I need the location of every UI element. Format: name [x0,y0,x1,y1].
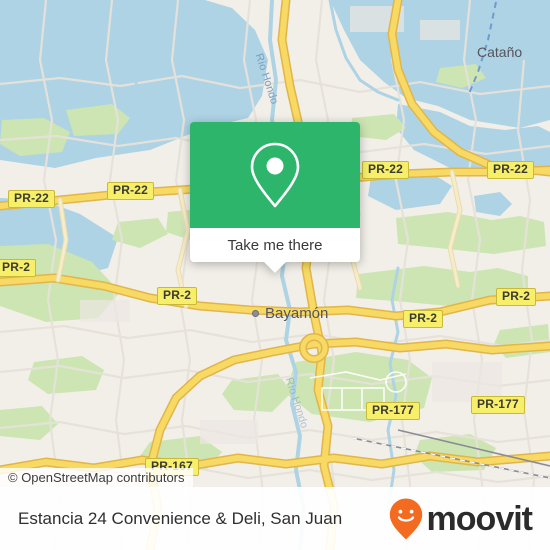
map-pin-icon [250,142,300,208]
highway-shield-pr22-east[interactable]: PR-22 [487,161,535,179]
place-title: Estancia 24 Convenience & Deli, San Juan [18,508,343,528]
highway-shield-pr177-mid[interactable]: PR-177 [366,402,420,420]
moovit-brand[interactable]: moovit [388,497,533,541]
callout-icon-area [190,122,360,228]
map-label-bayamon: Bayamón [265,305,329,322]
highway-shield-pr22-west[interactable]: PR-22 [8,190,56,208]
screenshot-root: Cataño Bayamón Río Hondo Río Hondo PR-22… [0,0,550,550]
highway-shield-pr22-mideast[interactable]: PR-22 [362,161,410,179]
bottom-info-bar: Estancia 24 Convenience & Deli, San Juan… [0,487,550,550]
highway-shield-pr22-midwest[interactable]: PR-22 [107,182,155,200]
osm-attribution[interactable]: © OpenStreetMap contributors [0,468,193,489]
highway-shield-pr2-east[interactable]: PR-2 [496,288,537,306]
moovit-wordmark: moovit [426,499,533,538]
highway-shield-pr177-east[interactable]: PR-177 [471,396,525,414]
highway-shield-pr2-west[interactable]: PR-2 [0,259,37,277]
city-marker-dot [252,310,259,317]
highway-shield-pr2-mideast[interactable]: PR-2 [403,310,444,328]
take-me-there-label: Take me there [227,236,323,254]
map-label-catano: Cataño [477,44,523,60]
callout-action-bar[interactable]: Take me there [190,228,360,273]
callout-pointer-tail [263,261,287,273]
location-callout-card[interactable]: Take me there [190,122,360,273]
highway-shield-pr2-midwest[interactable]: PR-2 [157,287,198,305]
moovit-smiley-pin-icon [389,498,422,539]
